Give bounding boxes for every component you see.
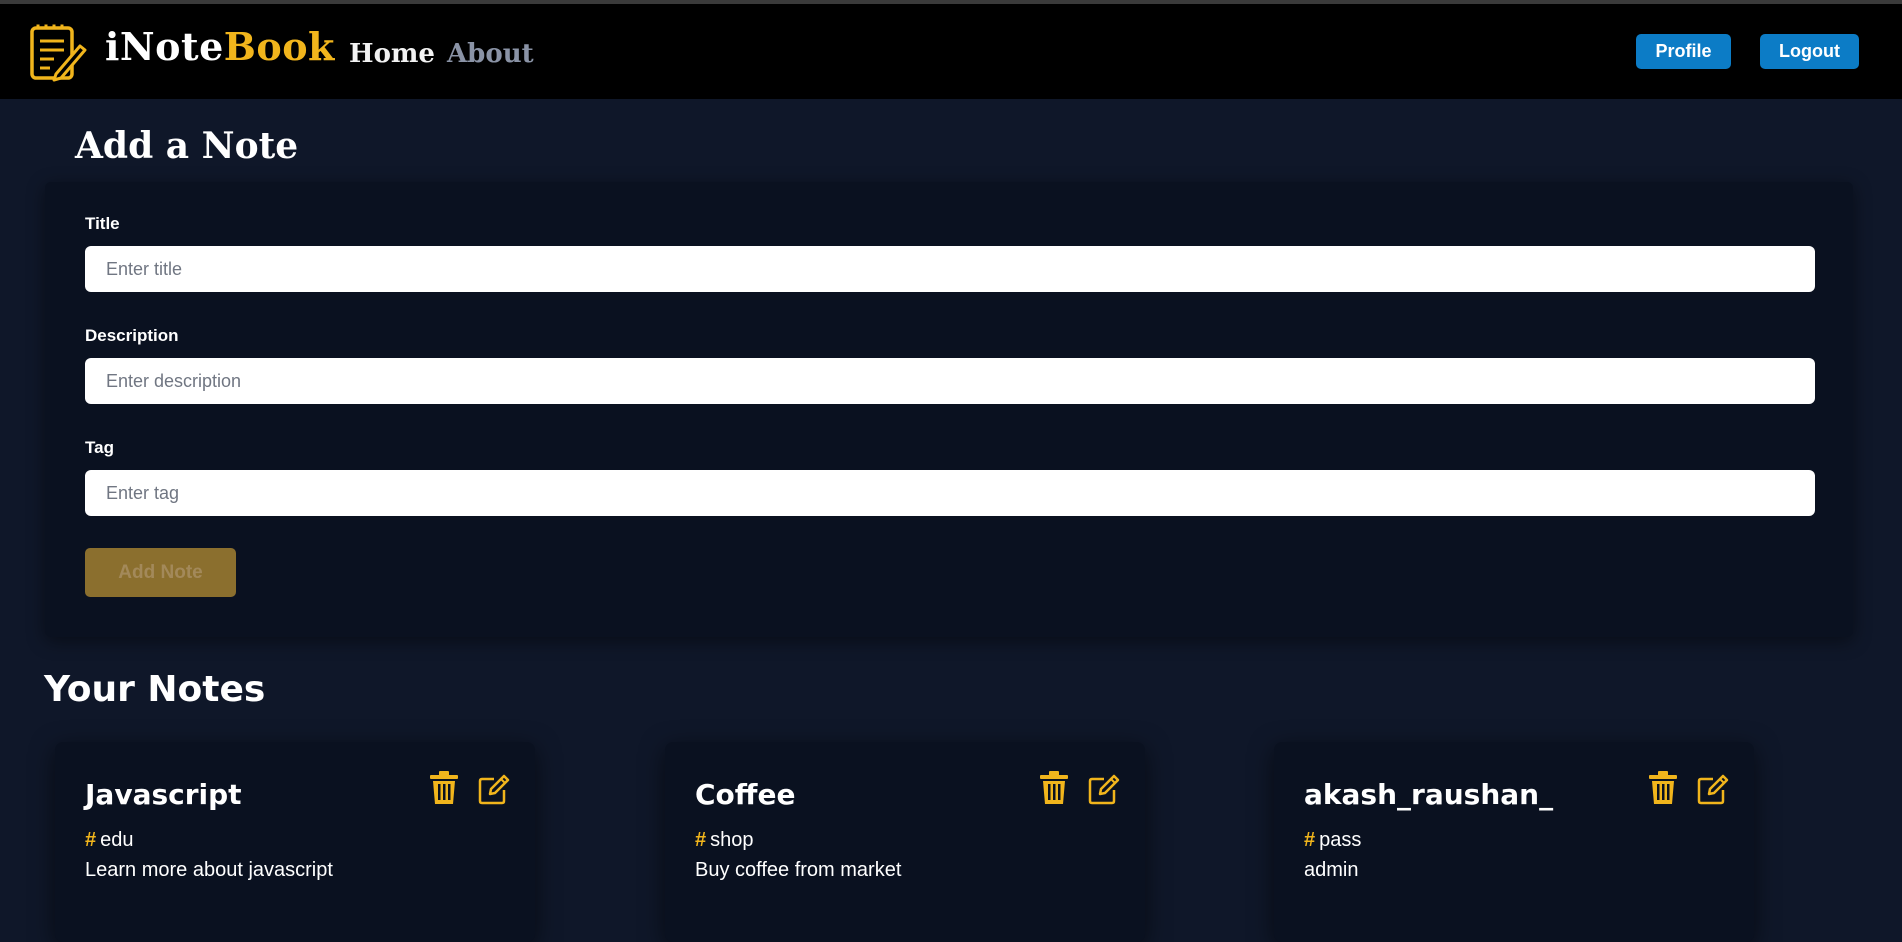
note-tag-text: edu xyxy=(100,829,134,851)
note-title: akash_raushan_ xyxy=(1304,778,1554,811)
edit-icon xyxy=(1697,774,1729,805)
note-description: Buy coffee from market xyxy=(695,859,902,881)
title-label: Title xyxy=(85,214,120,233)
navbar: iNoteBook Home About Profile Logout xyxy=(0,4,1902,99)
profile-button[interactable]: Profile xyxy=(1636,34,1731,69)
brand-text-inote: iNote xyxy=(105,24,224,69)
nav-home-link[interactable]: Home xyxy=(349,36,435,72)
edit-note-button[interactable] xyxy=(477,770,511,806)
brand-logo[interactable]: iNoteBook xyxy=(105,22,335,72)
add-note-button[interactable]: Add Note xyxy=(85,548,236,597)
delete-note-button[interactable] xyxy=(1037,770,1071,806)
note-card: Coffee # shop Buy coffee from market xyxy=(665,742,1145,942)
add-note-heading: Add a Note xyxy=(75,125,299,167)
note-tag-text: pass xyxy=(1319,829,1362,851)
note-description: admin xyxy=(1304,859,1359,881)
your-notes-heading: Your Notes xyxy=(44,669,266,710)
title-input[interactable] xyxy=(85,246,1815,292)
note-card: Javascript # edu Learn more about javascr… xyxy=(55,742,535,942)
note-title: Javascript xyxy=(85,778,242,811)
description-input[interactable] xyxy=(85,358,1815,404)
edit-note-button[interactable] xyxy=(1696,770,1730,806)
description-label: Description xyxy=(85,326,179,345)
notebook-pencil-icon xyxy=(30,24,87,82)
hash-symbol: # xyxy=(695,829,707,851)
note-tag-text: shop xyxy=(710,829,754,851)
note-tag: # pass xyxy=(1304,827,1361,853)
hash-symbol: # xyxy=(85,829,97,851)
trash-icon xyxy=(430,771,458,804)
tag-label: Tag xyxy=(85,438,114,457)
delete-note-button[interactable] xyxy=(1646,770,1680,806)
note-tag: # edu xyxy=(85,827,134,853)
note-tag: # shop xyxy=(695,827,754,853)
nav-about-link[interactable]: About xyxy=(447,36,534,72)
hash-symbol: # xyxy=(1304,829,1316,851)
trash-icon xyxy=(1040,771,1068,804)
trash-icon xyxy=(1649,771,1677,804)
brand-text-book: Book xyxy=(223,24,335,69)
delete-note-button[interactable] xyxy=(427,770,461,806)
logout-button[interactable]: Logout xyxy=(1760,34,1859,69)
note-card: akash_raushan_ # pass admin xyxy=(1274,742,1754,942)
note-description: Learn more about javascript xyxy=(85,859,333,881)
tag-input[interactable] xyxy=(85,470,1815,516)
edit-icon xyxy=(1088,774,1120,805)
edit-icon xyxy=(478,774,510,805)
edit-note-button[interactable] xyxy=(1087,770,1121,806)
note-title: Coffee xyxy=(695,778,796,811)
